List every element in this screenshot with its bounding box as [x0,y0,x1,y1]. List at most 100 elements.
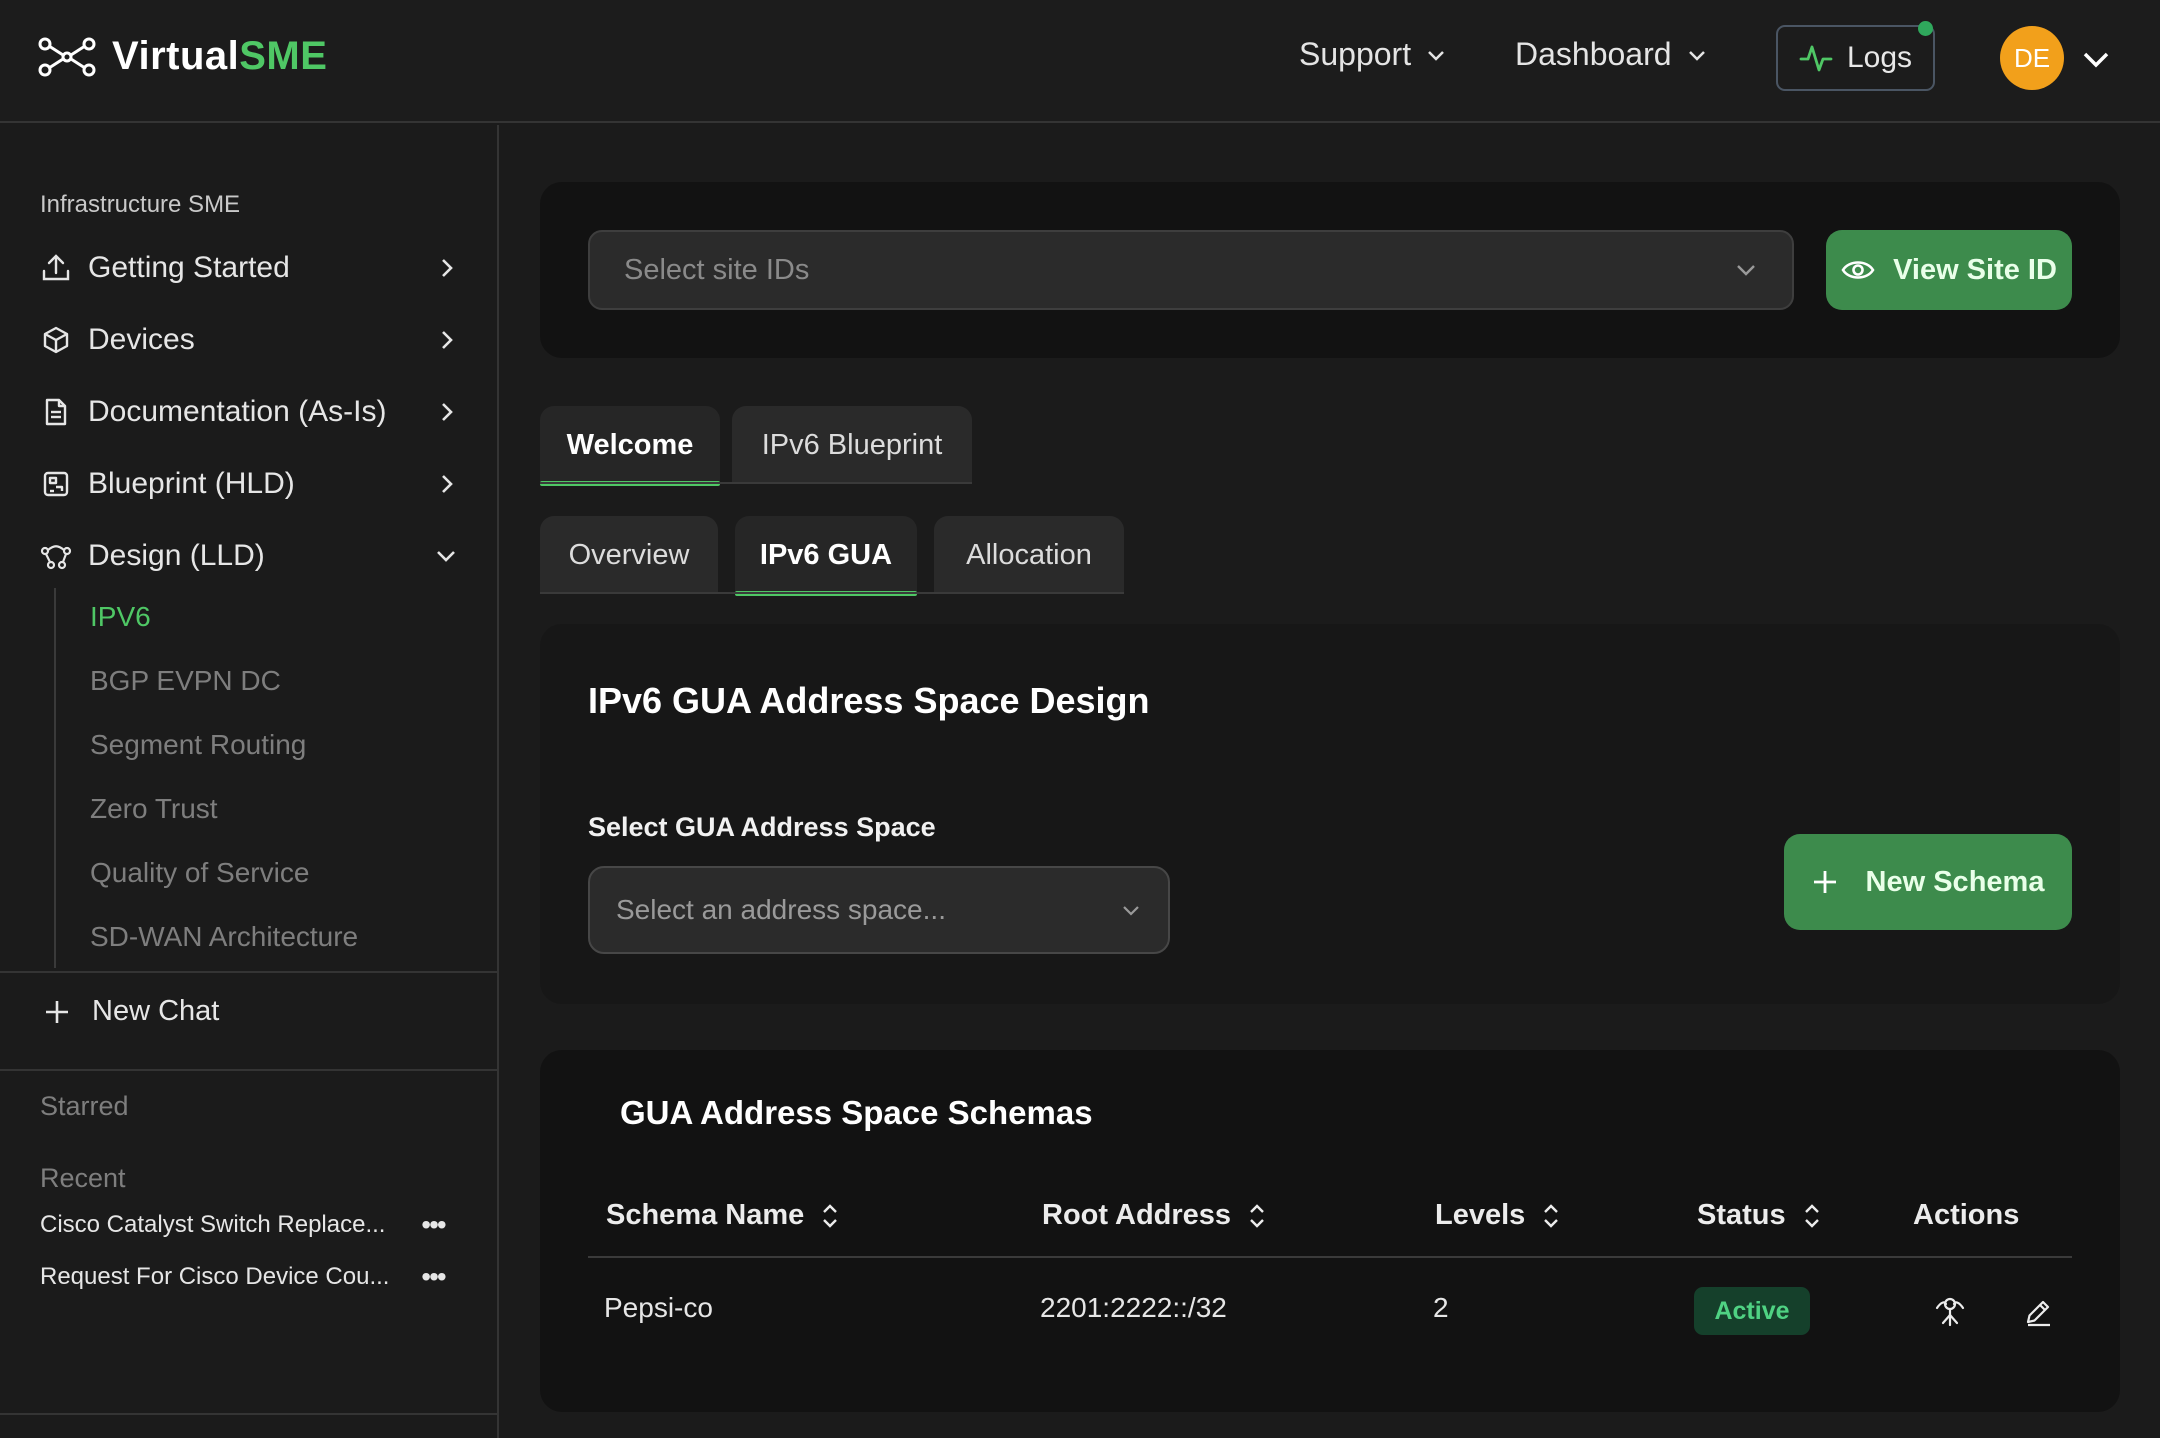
eye-icon [1841,257,1875,283]
plus-icon [1812,869,1838,895]
tab-label: Allocation [966,538,1092,571]
tab-label: Overview [568,538,690,571]
plus-icon [44,999,70,1025]
chevron-down-icon [432,542,460,570]
new-chat-button[interactable]: New Chat [44,995,219,1028]
tab-ipv6-blueprint[interactable]: IPv6 Blueprint [732,406,972,484]
sidebar-item-design[interactable]: Design (LLD) [40,531,460,581]
new-schema-label: New Schema [1865,865,2045,898]
design-title: IPv6 GUA Address Space Design [588,680,1150,721]
sidebar-section-title: Infrastructure SME [40,191,241,218]
column-header-label: Actions [1913,1199,2020,1231]
site-id-placeholder: Select site IDs [624,253,810,286]
tabs-baseline [540,482,972,484]
more-options-icon[interactable]: ••• [416,1209,450,1241]
column-header-status[interactable]: Status [1697,1199,1822,1232]
nav-dashboard[interactable]: Dashboard [1515,36,1708,73]
column-header-root-address[interactable]: Root Address [1042,1199,1267,1232]
nav-support-label: Support [1299,36,1412,72]
status-badge: Active [1694,1287,1810,1335]
nav-support[interactable]: Support [1299,36,1447,73]
column-header-label: Root Address [1042,1199,1232,1231]
network-logo-icon [38,37,96,77]
gua-select-label: Select GUA Address Space [588,812,936,842]
tab-welcome[interactable]: Welcome [540,406,720,486]
column-header-actions: Actions [1913,1199,2019,1232]
recent-chat-title: Cisco Catalyst Switch Replace... [40,1211,386,1238]
brand-name: VirtualSME [112,34,328,78]
tabs-baseline [540,592,1124,594]
status-label: Active [1714,1296,1790,1325]
more-options-icon[interactable]: ••• [416,1261,450,1293]
address-space-placeholder: Select an address space... [616,894,946,925]
sidebar-item-label: Devices [88,323,195,356]
edit-pencil-icon[interactable] [2020,1294,2056,1330]
sidebar-item-label: Documentation (As-Is) [88,395,387,428]
view-site-id-label: View Site ID [1893,253,2057,286]
column-header-label: Status [1697,1199,1786,1231]
column-header-levels[interactable]: Levels [1435,1199,1561,1232]
logs-label: Logs [1846,41,1913,74]
notification-dot [1918,21,1933,36]
brand-logo[interactable]: VirtualSME [38,34,327,79]
new-schema-button[interactable]: New Schema [1784,834,2072,930]
sidebar-item-label: Design (LLD) [88,539,265,572]
sort-icon [1541,1202,1561,1230]
submenu-guide-line [54,588,56,968]
table-header-divider [588,1256,2072,1258]
network-design-icon [40,540,72,572]
chevron-down-icon [1686,44,1708,66]
recent-label: Recent [40,1163,126,1193]
sidebar-divider [0,1069,497,1071]
sidebar-item-getting-started[interactable]: Getting Started [40,243,460,293]
sort-icon [1247,1202,1267,1230]
cube-icon [40,324,72,356]
sidebar-subitem-zero-trust[interactable]: Zero Trust [90,793,218,825]
sidebar-subitem-segment-routing[interactable]: Segment Routing [90,729,306,761]
column-header-schema-name[interactable]: Schema Name [606,1199,840,1232]
chevron-down-icon [1120,899,1142,921]
tab-label: IPv6 GUA [759,538,893,571]
sidebar-item-blueprint[interactable]: Blueprint (HLD) [40,459,460,509]
schemas-title: GUA Address Space Schemas [620,1094,1093,1131]
sidebar-divider [0,1413,497,1415]
sidebar-subitem-sd-wan[interactable]: SD-WAN Architecture [90,921,358,953]
tree-view-icon[interactable] [1932,1294,1968,1330]
chevron-right-icon [432,398,460,426]
sidebar-item-label: Getting Started [88,251,290,284]
tab-ipv6-gua[interactable]: IPv6 GUA [735,516,917,596]
address-space-select[interactable]: Select an address space... [588,866,1170,954]
chevron-right-icon [432,326,460,354]
tab-allocation[interactable]: Allocation [934,516,1124,594]
sidebar-subitem-bgp-evpn-dc[interactable]: BGP EVPN DC [90,665,281,697]
recent-chat-item[interactable]: Request For Cisco Device Cou... ••• [40,1261,450,1293]
new-chat-label: New Chat [92,995,220,1027]
column-header-label: Levels [1435,1199,1526,1231]
blueprint-icon [40,468,72,500]
chevron-down-icon [1734,258,1758,282]
nav-dashboard-label: Dashboard [1515,36,1672,72]
sort-icon [820,1202,840,1230]
view-site-id-button[interactable]: View Site ID [1826,230,2072,310]
recent-chat-item[interactable]: Cisco Catalyst Switch Replace... ••• [40,1209,450,1241]
sort-icon [1802,1202,1822,1230]
cell-root-address: 2201:2222::/32 [1040,1292,1227,1323]
sidebar-subitem-quality-of-service[interactable]: Quality of Service [90,857,309,889]
sidebar-subitem-ipv6[interactable]: IPV6 [90,601,151,633]
chevron-down-icon [1425,44,1447,66]
recent-chat-title: Request For Cisco Device Cou... [40,1263,390,1290]
upload-icon [40,252,72,284]
cell-schema-name: Pepsi-co [604,1292,713,1323]
sidebar-item-documentation[interactable]: Documentation (As-Is) [40,387,460,437]
chevron-right-icon [432,470,460,498]
logs-button[interactable]: Logs [1776,21,1935,91]
sidebar-divider [0,971,497,973]
site-id-select[interactable]: Select site IDs [588,230,1794,310]
sidebar: Infrastructure SME Getting Started Devic… [0,125,499,1438]
account-menu-chevron-icon[interactable] [2080,44,2112,76]
avatar[interactable]: DE [2000,26,2064,90]
sidebar-item-devices[interactable]: Devices [40,315,460,365]
avatar-initials: DE [2013,42,2051,73]
tab-overview[interactable]: Overview [540,516,718,594]
column-header-label: Schema Name [606,1199,805,1231]
